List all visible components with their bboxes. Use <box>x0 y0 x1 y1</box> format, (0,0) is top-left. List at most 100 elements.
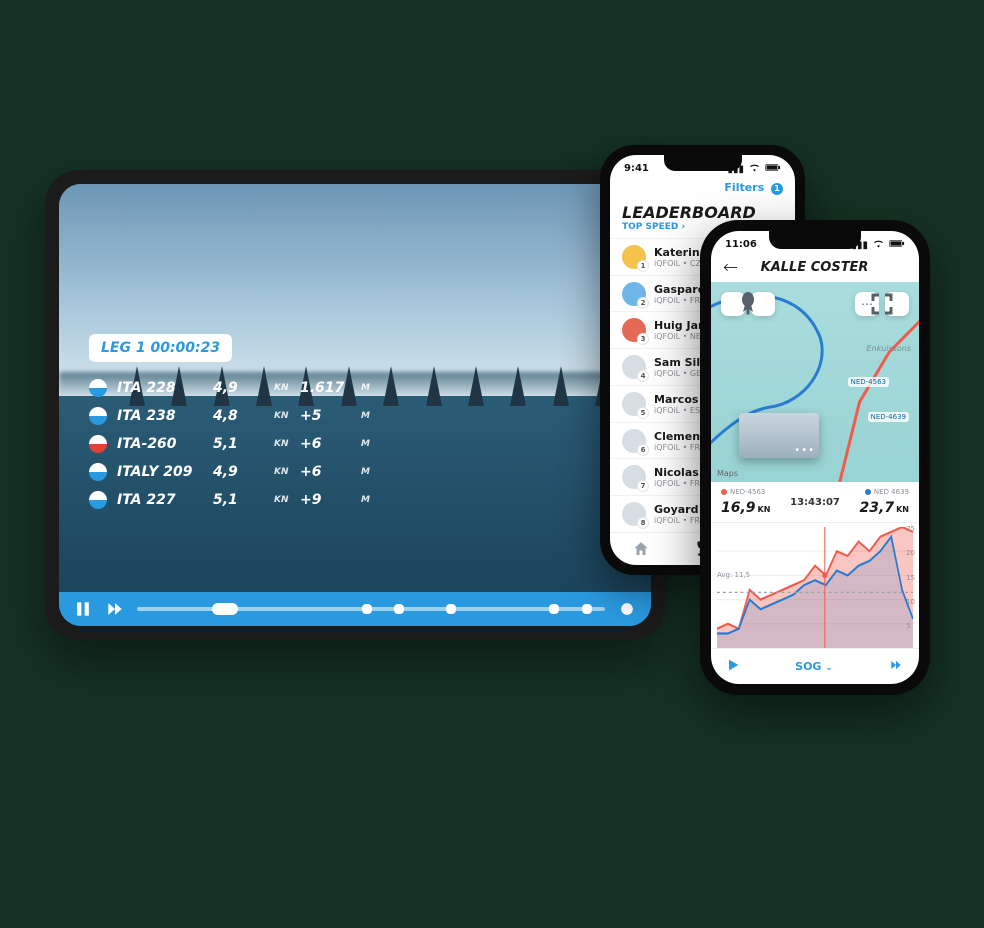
cmp-label: NED-4563 <box>730 488 765 496</box>
metric-selector[interactable]: SOG ⌄ <box>795 660 833 673</box>
y-tick: 25 <box>906 525 915 533</box>
speed-button[interactable] <box>105 599 125 619</box>
boat-name: ITALY 209 <box>117 464 207 480</box>
video-player: LEG 1 00:00:23 ITA 228 4,9 KN 1.617 M IT… <box>59 184 651 626</box>
rank-badge: 5 <box>637 407 649 419</box>
track-map[interactable]: NED-4563 NED-4639 Enkuissons ⋯ ••• Maps <box>711 282 919 482</box>
phone-notch <box>664 155 742 171</box>
nav-bar: ← KALLE COSTER <box>711 253 919 282</box>
y-tick: 5 <box>906 622 915 630</box>
fullscreen-button[interactable] <box>885 292 909 316</box>
standings-row: ITA 227 5,1 KN +9 M <box>89 486 379 514</box>
unit-kn: KN <box>274 411 294 421</box>
filters-link[interactable]: Filters 1 <box>610 177 795 199</box>
cmp-value: 16,9 <box>721 500 756 516</box>
unit-kn: KN <box>274 467 294 477</box>
filters-label: Filters <box>724 181 764 194</box>
map-north-button[interactable] <box>751 292 775 316</box>
timeline-marker[interactable] <box>394 604 404 614</box>
boat-speed: 4,9 <box>213 464 268 480</box>
tab-home-icon[interactable] <box>632 540 650 558</box>
unit-kn: KN <box>274 383 294 393</box>
boat-speed: 4,8 <box>213 408 268 424</box>
rank-badge: 6 <box>637 444 649 456</box>
boat-speed: 4,9 <box>213 380 268 396</box>
rank-badge: 8 <box>637 517 649 529</box>
timeline-marker[interactable] <box>362 604 372 614</box>
record-button[interactable] <box>617 599 637 619</box>
player-bar: SOG ⌄ <box>711 648 919 684</box>
standings-overlay: ITA 228 4,9 KN 1.617 M ITA 238 4,8 KN +5… <box>89 374 379 514</box>
leg-timer-chip: LEG 1 00:00:23 <box>89 334 232 362</box>
clock: 11:06 <box>725 239 757 251</box>
unit-m: M <box>361 383 379 393</box>
unit-m: M <box>361 495 379 505</box>
speed-graph[interactable]: Avg: 11,5 25 20 15 10 5 <box>711 523 919 648</box>
timeline-track[interactable] <box>137 607 605 611</box>
cmp-unit: KN <box>758 505 771 514</box>
phone-track-screen: 11:06 ▮▮▮ ← KALLE COSTER NED-4563 NED-46… <box>711 231 919 684</box>
map-attribution: Maps <box>717 469 738 478</box>
compare-left[interactable]: NED-4563 16,9KN <box>721 488 770 516</box>
tablet-frame: LEG 1 00:00:23 ITA 228 4,9 KN 1.617 M IT… <box>45 170 665 640</box>
boat-delta: +6 <box>300 436 355 452</box>
boat-delta: 1.617 <box>300 380 355 396</box>
y-tick: 15 <box>906 574 915 582</box>
y-axis-labels: 25 20 15 10 5 <box>906 525 915 630</box>
rank-badge: 4 <box>637 370 649 382</box>
fast-forward-button[interactable] <box>887 657 905 676</box>
boat-name: ITA 228 <box>117 380 207 396</box>
play-button[interactable] <box>725 657 741 677</box>
boat-speed: 5,1 <box>213 436 268 452</box>
phone-notch <box>769 231 861 249</box>
y-tick: 10 <box>906 598 915 606</box>
video-sky <box>59 184 651 396</box>
clock: 9:41 <box>624 163 649 175</box>
standings-row: ITALY 209 4,9 KN +6 M <box>89 458 379 486</box>
rank-badge: 2 <box>637 297 649 309</box>
compare-right[interactable]: NED 4639 23,7KN <box>860 488 909 516</box>
boat-chip: NED-4563 <box>848 377 889 387</box>
cmp-value: 23,7 <box>860 500 895 516</box>
more-icon: ••• <box>794 445 815 456</box>
playback-clock: 13:43:07 <box>790 497 840 508</box>
phone-track-frame: 11:06 ▮▮▮ ← KALLE COSTER NED-4563 NED-46… <box>700 220 930 695</box>
standings-row: ITA 228 4,9 KN 1.617 M <box>89 374 379 402</box>
back-button[interactable]: ← <box>723 257 738 278</box>
boat-delta: +6 <box>300 464 355 480</box>
page-title: KALLE COSTER <box>744 260 885 275</box>
unit-m: M <box>361 411 379 421</box>
compare-bar: NED-4563 16,9KN 13:43:07 NED 4639 23,7KN <box>711 482 919 523</box>
player-bar <box>59 592 651 626</box>
standings-row: ITA-260 5,1 KN +6 M <box>89 430 379 458</box>
timeline-marker[interactable] <box>549 604 559 614</box>
unit-m: M <box>361 439 379 449</box>
timeline-marker[interactable] <box>446 604 456 614</box>
boat-speed: 5,1 <box>213 492 268 508</box>
unit-kn: KN <box>274 439 294 449</box>
rank-badge: 3 <box>637 333 649 345</box>
timeline-marker[interactable] <box>582 604 592 614</box>
cmp-label: NED 4639 <box>874 488 909 496</box>
pause-button[interactable] <box>73 599 93 619</box>
y-tick: 20 <box>906 549 915 557</box>
rank-badge: 1 <box>637 260 649 272</box>
metric-label: SOG <box>795 660 821 673</box>
video-thumbnail[interactable]: ••• <box>739 413 819 458</box>
rank-badge: 7 <box>637 480 649 492</box>
boat-name: ITA 227 <box>117 492 207 508</box>
cmp-unit: KN <box>896 505 909 514</box>
timeline-thumb[interactable] <box>212 603 238 615</box>
boat-name: ITA 238 <box>117 408 207 424</box>
chevron-down-icon: ⌄ <box>825 663 833 673</box>
boat-delta: +9 <box>300 492 355 508</box>
wifi-icon <box>873 239 884 251</box>
unit-m: M <box>361 467 379 477</box>
page-title: LEADERBOARD <box>610 199 795 222</box>
avg-label: Avg: 11,5 <box>717 571 750 579</box>
boat-chip: NED-4639 <box>868 412 909 422</box>
boat-delta: +5 <box>300 408 355 424</box>
unit-kn: KN <box>274 495 294 505</box>
standings-row: ITA 238 4,8 KN +5 M <box>89 402 379 430</box>
wifi-icon <box>749 163 760 175</box>
